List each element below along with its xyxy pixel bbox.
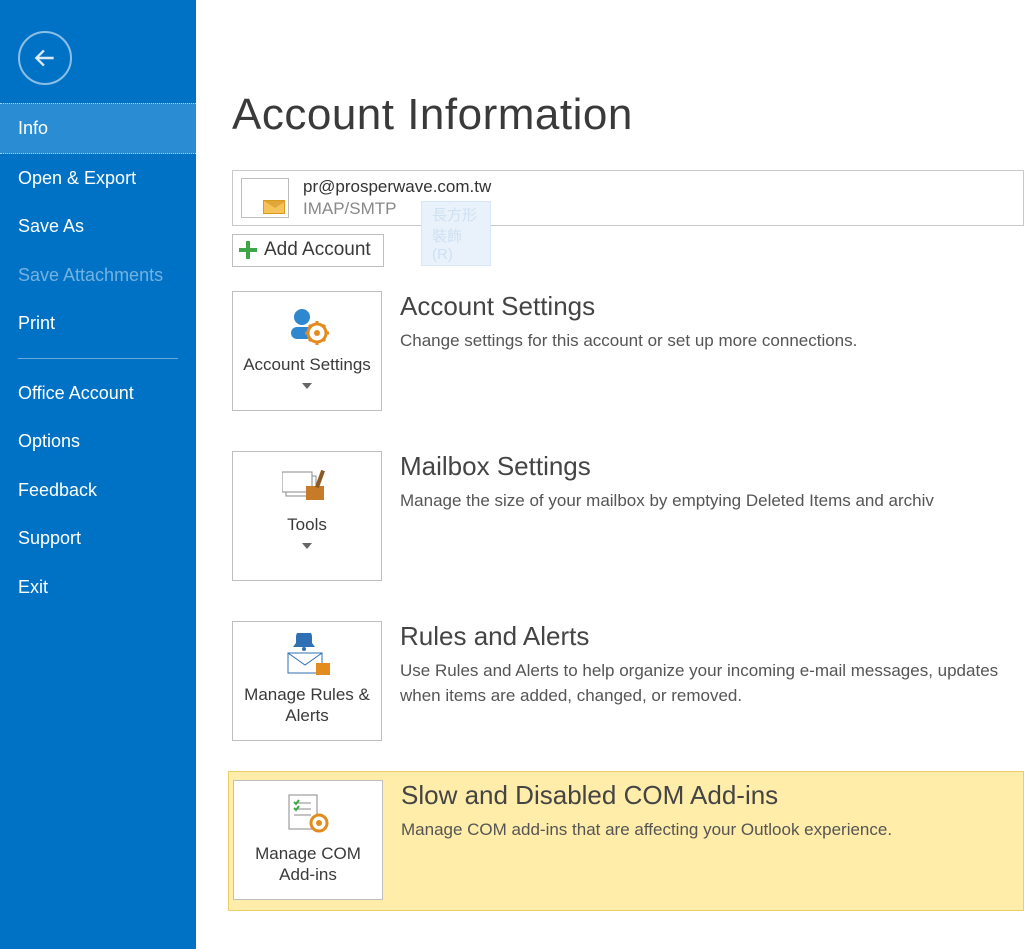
- section-com-addins-title: Slow and Disabled COM Add-ins: [401, 780, 1015, 811]
- nav-item-info[interactable]: Info: [0, 103, 196, 154]
- arrow-left-icon: [32, 45, 58, 71]
- tile-manage-com-addins-label: Manage COM Add-ins: [240, 843, 376, 886]
- tile-manage-com-addins[interactable]: Manage COM Add-ins: [233, 780, 383, 900]
- user-gear-icon: [285, 302, 329, 348]
- section-rules-text: Rules and Alerts Use Rules and Alerts to…: [400, 621, 1024, 708]
- tile-manage-rules[interactable]: Manage Rules & Alerts: [232, 621, 382, 741]
- page-title: Account Information: [232, 90, 1024, 140]
- chevron-down-icon: [302, 383, 312, 389]
- nav-secondary: Office Account Options Feedback Support …: [0, 369, 196, 612]
- main-content: Account Information pr@prosperwave.com.t…: [196, 0, 1024, 949]
- account-selector[interactable]: pr@prosperwave.com.tw IMAP/SMTP 長方形裝飾(R): [232, 170, 1024, 226]
- section-account-settings-text: Account Settings Change settings for thi…: [400, 291, 1024, 354]
- nav-item-save-as[interactable]: Save As: [0, 202, 196, 251]
- nav-primary: Info Open & Export Save As Save Attachme…: [0, 103, 196, 348]
- nav-item-options[interactable]: Options: [0, 417, 196, 466]
- section-mailbox-title: Mailbox Settings: [400, 451, 1016, 482]
- plus-icon: [239, 241, 257, 259]
- nav-item-support[interactable]: Support: [0, 514, 196, 563]
- account-info: pr@prosperwave.com.tw IMAP/SMTP 長方形裝飾(R): [303, 177, 491, 219]
- add-account-button[interactable]: Add Account: [232, 234, 384, 267]
- section-rules-desc: Use Rules and Alerts to help organize yo…: [400, 659, 1016, 708]
- section-com-addins-text: Slow and Disabled COM Add-ins Manage COM…: [401, 780, 1023, 843]
- nav-item-office-account[interactable]: Office Account: [0, 369, 196, 418]
- tile-tools[interactable]: Tools: [232, 451, 382, 581]
- section-account-settings: Account Settings Account Settings Change…: [232, 285, 1024, 427]
- tile-tools-label: Tools: [287, 514, 327, 535]
- tile-account-settings[interactable]: Account Settings: [232, 291, 382, 411]
- nav-item-save-attachments: Save Attachments: [0, 251, 196, 300]
- section-rules: Manage Rules & Alerts Rules and Alerts U…: [232, 615, 1024, 757]
- account-protocol: IMAP/SMTP: [303, 199, 491, 219]
- section-rules-title: Rules and Alerts: [400, 621, 1016, 652]
- add-account-label: Add Account: [264, 239, 371, 261]
- nav-separator: [18, 358, 178, 359]
- section-account-settings-desc: Change settings for this account or set …: [400, 329, 1016, 354]
- chevron-down-icon: [302, 543, 312, 549]
- app-root: Info Open & Export Save As Save Attachme…: [0, 0, 1024, 949]
- mailbox-icon: [241, 178, 289, 218]
- section-com-addins-desc: Manage COM add-ins that are affecting yo…: [401, 818, 1015, 843]
- nav-item-exit[interactable]: Exit: [0, 563, 196, 612]
- back-button[interactable]: [18, 31, 72, 85]
- nav-item-feedback[interactable]: Feedback: [0, 466, 196, 515]
- section-mailbox: Tools Mailbox Settings Manage the size o…: [232, 445, 1024, 597]
- tile-manage-rules-label: Manage Rules & Alerts: [239, 684, 375, 727]
- nav-item-open-export[interactable]: Open & Export: [0, 154, 196, 203]
- broom-folder-icon: [282, 462, 332, 508]
- section-mailbox-desc: Manage the size of your mailbox by empty…: [400, 489, 1016, 514]
- section-account-settings-title: Account Settings: [400, 291, 1016, 322]
- tile-account-settings-label: Account Settings: [243, 354, 371, 375]
- nav-item-print[interactable]: Print: [0, 299, 196, 348]
- section-mailbox-text: Mailbox Settings Manage the size of your…: [400, 451, 1024, 514]
- bell-envelope-icon: [282, 632, 332, 678]
- backstage-sidebar: Info Open & Export Save As Save Attachme…: [0, 0, 196, 949]
- account-email: pr@prosperwave.com.tw: [303, 177, 491, 197]
- checklist-gear-icon: [285, 791, 331, 837]
- section-com-addins: Manage COM Add-ins Slow and Disabled COM…: [228, 771, 1024, 911]
